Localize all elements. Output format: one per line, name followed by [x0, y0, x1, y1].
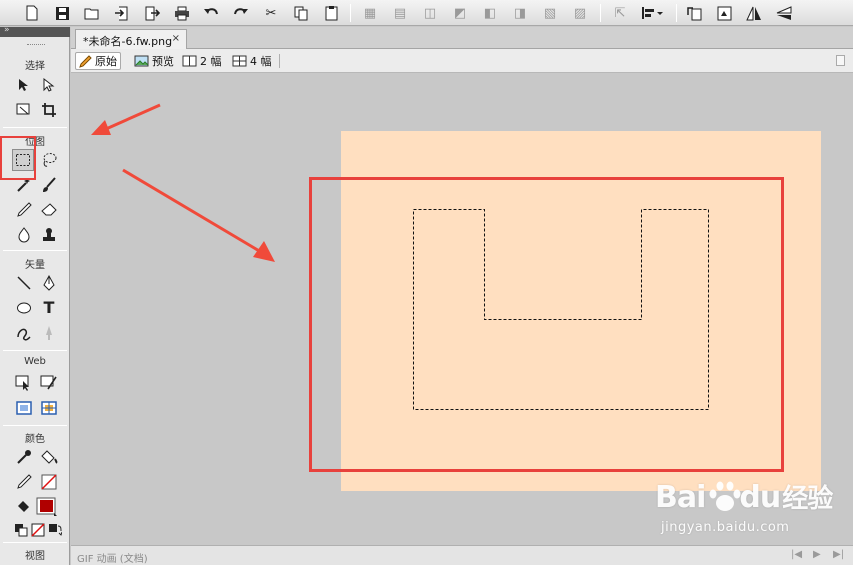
tools-panel: » 选择 位图 矢量 T Web 颜色 视图: [0, 25, 70, 565]
preview-image-icon: [134, 55, 149, 67]
toolbar-separator: [600, 4, 601, 22]
four-up-icon: [232, 55, 247, 67]
export-icon[interactable]: [142, 3, 162, 23]
new-file-icon[interactable]: [22, 3, 42, 23]
status-bar: GIF 动画 (文档) |◀ ▶ ▶|: [71, 545, 853, 565]
group-icon[interactable]: ▦: [360, 3, 380, 23]
crop-tool-icon[interactable]: [38, 99, 60, 121]
cut-icon[interactable]: ✂: [261, 3, 281, 23]
view-original-label: 原始: [95, 55, 117, 68]
main-toolbar: ✂ ▦ ▤ ◫ ◩ ◧ ◨ ▧ ▨ ⇱: [0, 0, 853, 26]
view-4up-label: 4 幅: [250, 55, 272, 68]
paste-icon[interactable]: [321, 3, 341, 23]
view-mode-bar: 原始 预览 2 幅 4 幅: [71, 49, 853, 73]
undo-icon[interactable]: [201, 3, 221, 23]
canvas-area[interactable]: [71, 74, 853, 545]
page-icon[interactable]: [836, 55, 845, 66]
redo-icon[interactable]: [231, 3, 251, 23]
subselect-tool-icon[interactable]: [38, 74, 60, 96]
copy-icon[interactable]: [291, 3, 311, 23]
join-icon[interactable]: ◫: [420, 3, 440, 23]
fill-color-icon[interactable]: [13, 496, 35, 518]
arrow-to-tools: [91, 103, 161, 135]
align-icon[interactable]: ▧: [540, 3, 560, 23]
ellipse-tool-icon[interactable]: [13, 297, 35, 319]
show-slices-icon[interactable]: [38, 397, 60, 419]
split-icon[interactable]: ◩: [450, 3, 470, 23]
last-frame-icon[interactable]: ▶|: [833, 549, 844, 560]
flip-horizontal-icon[interactable]: [744, 3, 764, 23]
brush-tool-icon[interactable]: [38, 174, 60, 196]
hotspot-tool-icon[interactable]: [13, 372, 35, 394]
view-original-button[interactable]: 原始: [75, 52, 121, 70]
section-label-view: 视图: [25, 551, 45, 562]
play-icon[interactable]: ▶: [813, 549, 821, 560]
flip-vertical-icon[interactable]: [774, 3, 794, 23]
scale-tool-icon[interactable]: [13, 99, 35, 121]
pointer-tool-icon[interactable]: [13, 74, 35, 96]
document-tab-title: *未命名-6.fw.png: [83, 35, 173, 48]
fill-color-swatch[interactable]: [36, 496, 58, 518]
swap-colors-icon[interactable]: [44, 519, 66, 541]
eyedropper-tool-icon[interactable]: [13, 446, 35, 468]
convert-icon[interactable]: ⇱: [610, 3, 630, 23]
section-label-web: Web: [24, 356, 46, 367]
status-text: GIF 动画 (文档): [77, 554, 148, 565]
two-up-icon: [182, 55, 197, 67]
print-icon[interactable]: [172, 3, 192, 23]
document-tab-bar: *未命名-6.fw.png ×: [71, 27, 853, 49]
paint-bucket-tool-icon[interactable]: [38, 446, 60, 468]
stroke-none-swatch[interactable]: [38, 471, 60, 493]
tools-panel-header[interactable]: »: [0, 25, 70, 37]
pencil-tool-icon[interactable]: [13, 199, 35, 221]
panel-grip[interactable]: [27, 44, 45, 46]
import-icon[interactable]: [112, 3, 132, 23]
line-tool-icon[interactable]: [13, 272, 35, 294]
rubber-stamp-tool-icon[interactable]: [38, 224, 60, 246]
view-preview-button[interactable]: 预览: [131, 52, 177, 70]
stroke-color-icon[interactable]: [13, 471, 35, 493]
pen-tool-icon[interactable]: [38, 272, 60, 294]
send-back-icon[interactable]: ◨: [510, 3, 530, 23]
pencil-icon: [79, 54, 92, 68]
hide-slices-icon[interactable]: [13, 397, 35, 419]
open-icon[interactable]: [82, 3, 102, 23]
ungroup-icon[interactable]: ▤: [390, 3, 410, 23]
arrow-to-canvas: [122, 168, 275, 262]
view-preview-label: 预览: [152, 55, 174, 68]
section-label-vector: 矢量: [25, 260, 45, 271]
toolbar-separator: [676, 4, 677, 22]
lasso-tool-icon[interactable]: [38, 149, 60, 171]
knife-tool-icon[interactable]: [38, 322, 60, 344]
text-tool-icon[interactable]: T: [38, 297, 60, 319]
slice-tool-icon[interactable]: [38, 372, 60, 394]
save-icon[interactable]: [52, 3, 72, 23]
collapse-icon[interactable]: »: [4, 25, 10, 35]
view-4up-button[interactable]: 4 幅: [229, 52, 275, 70]
view-2up-button[interactable]: 2 幅: [179, 52, 225, 70]
bring-front-icon[interactable]: ◧: [480, 3, 500, 23]
rotate-right-icon[interactable]: [714, 3, 734, 23]
section-label-select: 选择: [25, 61, 45, 72]
freeform-tool-icon[interactable]: [13, 322, 35, 344]
eraser-tool-icon[interactable]: [38, 199, 60, 221]
blur-tool-icon[interactable]: [13, 224, 35, 246]
section-label-colors: 颜色: [25, 434, 45, 445]
first-frame-icon[interactable]: |◀: [791, 549, 802, 560]
rotate-left-icon[interactable]: [684, 3, 704, 23]
toolbar-separator: [350, 4, 351, 22]
marquee-tool-highlight: [0, 136, 36, 180]
close-tab-icon[interactable]: ×: [172, 33, 180, 44]
view-2up-label: 2 幅: [200, 55, 222, 68]
distribute-icon[interactable]: ▨: [570, 3, 590, 23]
document-tab[interactable]: *未命名-6.fw.png ×: [75, 29, 187, 49]
align-menu-icon[interactable]: [640, 3, 666, 23]
annotation-arrows: [91, 103, 275, 262]
